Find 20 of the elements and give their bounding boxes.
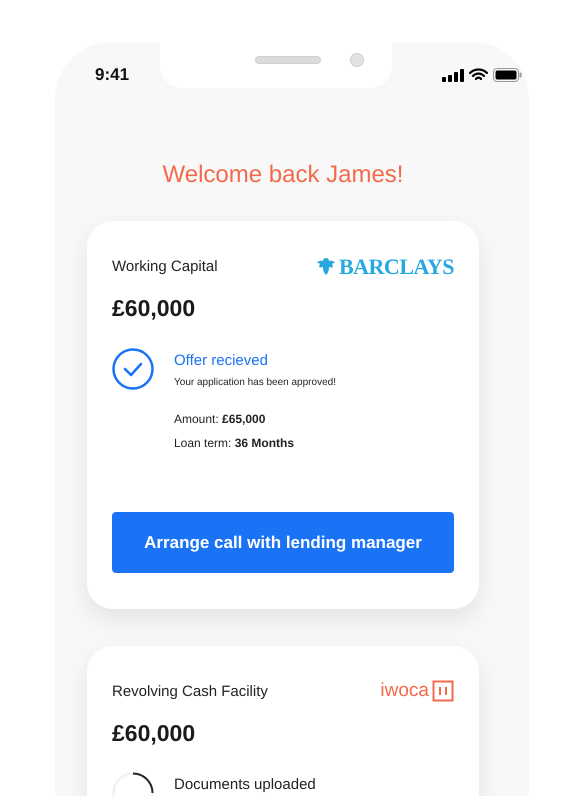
status-time: 9:41 — [95, 64, 130, 86]
wifi-icon — [469, 68, 488, 82]
status-title: Documents uploaded — [174, 775, 316, 795]
battery-icon — [493, 68, 522, 82]
arrange-call-button[interactable]: Arrange call with lending manager — [112, 512, 454, 573]
lender-logo-text: iwoca — [380, 680, 429, 702]
check-circle-icon — [112, 348, 154, 390]
status-message: Your application has been approved! — [174, 376, 336, 390]
signal-icon — [442, 68, 464, 82]
lender-logo-text: BARCLAYS — [338, 255, 454, 279]
speaker-grille — [255, 56, 321, 64]
product-name: Working Capital — [112, 257, 218, 277]
loan-amount: £60,000 — [112, 294, 196, 323]
product-name: Revolving Cash Facility — [112, 682, 268, 702]
iwoca-mark-icon — [432, 680, 454, 702]
loan-amount: £60,000 — [112, 718, 196, 748]
loan-detail: Amount: £65,000 — [174, 411, 266, 428]
welcome-heading: Welcome back James! — [162, 160, 404, 190]
status-title: Offer recieved — [174, 350, 269, 370]
loan-detail: Loan term: 36 Months — [174, 435, 296, 452]
